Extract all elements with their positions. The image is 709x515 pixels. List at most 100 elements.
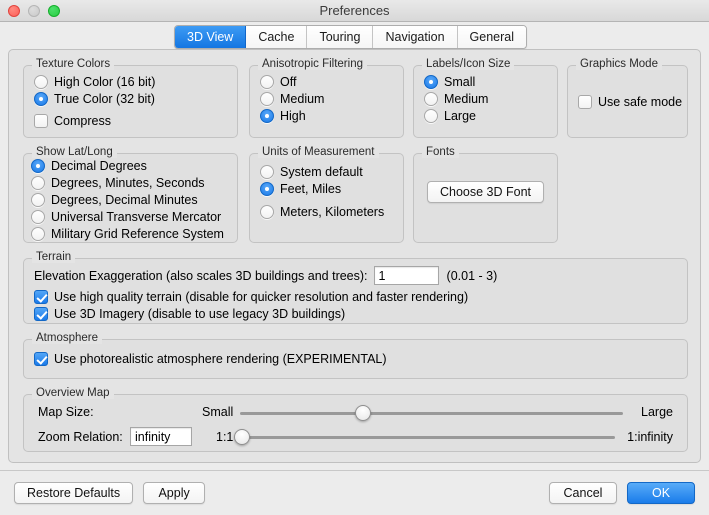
map-size-label: Map Size:: [38, 405, 94, 419]
checkbox-icon-high-quality-terrain: [34, 289, 48, 304]
map-size-slider-thumb[interactable]: [354, 405, 371, 421]
radio-high-color[interactable]: High Color (16 bit): [34, 73, 227, 90]
radio-icon-true-color: [34, 91, 48, 106]
radio-label-degrees-minutes-seconds: Degrees, Minutes, Seconds: [51, 175, 205, 190]
radio-label-mgrs: Military Grid Reference System: [51, 226, 224, 241]
radio-icon-system-default: [260, 164, 274, 179]
group-title-labels-icon-size: Labels/Icon Size: [422, 58, 515, 70]
tab-3d-view[interactable]: 3D View: [175, 26, 247, 48]
group-show-lat-long: Show Lat/Long Decimal Degrees Degrees, M…: [23, 146, 238, 243]
title-bar: Preferences: [0, 0, 709, 22]
radio-label-decimal-degrees: Decimal Degrees: [51, 158, 147, 173]
group-title-show-lat-long: Show Lat/Long: [32, 146, 117, 158]
group-title-units-of-measurement: Units of Measurement: [258, 146, 379, 158]
zoom-relation-slider-thumb[interactable]: [234, 429, 250, 445]
radio-icon-meters-kilometers: [260, 204, 274, 219]
zoom-relation-row: Zoom Relation: infinity 1:1 1:infinity: [34, 427, 677, 449]
checkbox-compress[interactable]: Compress: [34, 112, 227, 129]
radio-label-high-color: High Color (16 bit): [54, 74, 156, 89]
elevation-exaggeration-label: Elevation Exaggeration (also scales 3D b…: [34, 268, 368, 283]
map-size-row: Map Size: Small Large: [34, 403, 677, 423]
group-labels-icon-size: Labels/Icon Size Small Medium Large: [413, 58, 558, 138]
radio-label-aniso-off: Off: [280, 74, 297, 89]
elevation-exaggeration-input[interactable]: 1: [373, 266, 439, 285]
group-title-atmosphere: Atmosphere: [32, 332, 103, 344]
checkbox-high-quality-terrain[interactable]: Use high quality terrain (disable for qu…: [34, 288, 677, 305]
radio-icon-mgrs: [31, 226, 45, 241]
checkbox-use-3d-imagery[interactable]: Use 3D Imagery (disable to use legacy 3D…: [34, 305, 677, 322]
radio-aniso-medium[interactable]: Medium: [260, 90, 393, 107]
footer-left-buttons: Restore Defaults Apply: [14, 482, 206, 504]
ok-button[interactable]: OK: [627, 482, 695, 504]
tab-navigation[interactable]: Navigation: [373, 26, 458, 48]
tab-cache[interactable]: Cache: [246, 26, 308, 48]
tab-bar-area: 3D View Cache Touring Navigation General: [0, 22, 709, 52]
radio-icon-size-small: [424, 74, 438, 89]
radio-icon-aniso-high: [260, 108, 274, 123]
zoom-relation-min-label: 1:1: [216, 430, 234, 444]
radio-degrees-minutes-seconds[interactable]: Degrees, Minutes, Seconds: [31, 174, 227, 191]
choose-3d-font-button[interactable]: Choose 3D Font: [427, 181, 544, 203]
radio-icon-decimal-degrees: [31, 158, 45, 173]
map-size-max-label: Large: [641, 405, 673, 419]
radio-utm[interactable]: Universal Transverse Mercator: [31, 208, 227, 225]
radio-size-large[interactable]: Large: [424, 107, 547, 124]
elevation-exaggeration-range: (0.01 - 3): [446, 268, 498, 283]
group-title-texture-colors: Texture Colors: [32, 58, 115, 70]
checkbox-icon-use-safe-mode: [578, 94, 592, 109]
tab-general[interactable]: General: [457, 26, 527, 48]
checkbox-label-compress: Compress: [54, 113, 111, 128]
group-fonts: Fonts Choose 3D Font: [413, 146, 558, 243]
group-graphics-mode: Graphics Mode Use safe mode: [567, 58, 688, 138]
radio-icon-degrees-minutes-seconds: [31, 175, 45, 190]
group-overview-map: Overview Map Map Size: Small Large Zoom …: [23, 387, 688, 452]
map-size-slider[interactable]: [240, 404, 623, 422]
radio-mgrs[interactable]: Military Grid Reference System: [31, 225, 227, 242]
zoom-relation-input[interactable]: infinity: [130, 427, 192, 446]
radio-label-meters-kilometers: Meters, Kilometers: [280, 204, 385, 219]
radio-true-color[interactable]: True Color (32 bit): [34, 90, 227, 107]
window-title: Preferences: [319, 3, 390, 18]
checkbox-label-use-3d-imagery: Use 3D Imagery (disable to use legacy 3D…: [54, 306, 346, 321]
checkbox-photorealistic-atmosphere[interactable]: Use photorealistic atmosphere rendering …: [34, 350, 677, 367]
radio-icon-utm: [31, 209, 45, 224]
elevation-exaggeration-row: Elevation Exaggeration (also scales 3D b…: [34, 266, 677, 285]
group-anisotropic-filtering: Anisotropic Filtering Off Medium High: [249, 58, 404, 138]
radio-icon-aniso-medium: [260, 91, 274, 106]
group-title-fonts: Fonts: [422, 146, 459, 158]
zoom-relation-max-label: 1:infinity: [627, 430, 673, 444]
radio-label-utm: Universal Transverse Mercator: [51, 209, 222, 224]
footer-bar: Restore Defaults Apply Cancel OK: [0, 470, 709, 515]
checkbox-label-high-quality-terrain: Use high quality terrain (disable for qu…: [54, 289, 469, 304]
radio-meters-kilometers[interactable]: Meters, Kilometers: [260, 203, 393, 220]
radio-icon-size-medium: [424, 91, 438, 106]
map-size-slider-track: [240, 411, 623, 415]
radio-size-small[interactable]: Small: [424, 73, 547, 90]
radio-aniso-off[interactable]: Off: [260, 73, 393, 90]
radio-label-size-large: Large: [444, 108, 476, 123]
map-size-min-label: Small: [202, 405, 234, 419]
radio-feet-miles[interactable]: Feet, Miles: [260, 180, 393, 197]
checkbox-use-safe-mode[interactable]: Use safe mode: [578, 93, 682, 110]
radio-label-aniso-medium: Medium: [280, 91, 325, 106]
radio-label-size-small: Small: [444, 74, 476, 89]
radio-icon-feet-miles: [260, 181, 274, 196]
radio-icon-aniso-off: [260, 74, 274, 89]
radio-label-true-color: True Color (32 bit): [54, 91, 155, 106]
checkbox-icon-compress: [34, 113, 48, 128]
zoom-relation-slider[interactable]: [234, 428, 615, 446]
radio-size-medium[interactable]: Medium: [424, 90, 547, 107]
cancel-button[interactable]: Cancel: [549, 482, 617, 504]
radio-degrees-decimal-minutes[interactable]: Degrees, Decimal Minutes: [31, 191, 227, 208]
apply-button[interactable]: Apply: [143, 482, 206, 504]
group-units-of-measurement: Units of Measurement System default Feet…: [249, 146, 404, 243]
radio-system-default[interactable]: System default: [260, 163, 393, 180]
radio-aniso-high[interactable]: High: [260, 107, 393, 124]
tab-touring[interactable]: Touring: [307, 26, 374, 48]
radio-decimal-degrees[interactable]: Decimal Degrees: [31, 157, 227, 174]
zoom-relation-label: Zoom Relation:: [38, 430, 123, 444]
restore-defaults-button[interactable]: Restore Defaults: [14, 482, 134, 504]
group-title-terrain: Terrain: [32, 251, 76, 263]
radio-label-feet-miles: Feet, Miles: [280, 181, 342, 196]
zoom-relation-slider-track: [242, 435, 615, 439]
